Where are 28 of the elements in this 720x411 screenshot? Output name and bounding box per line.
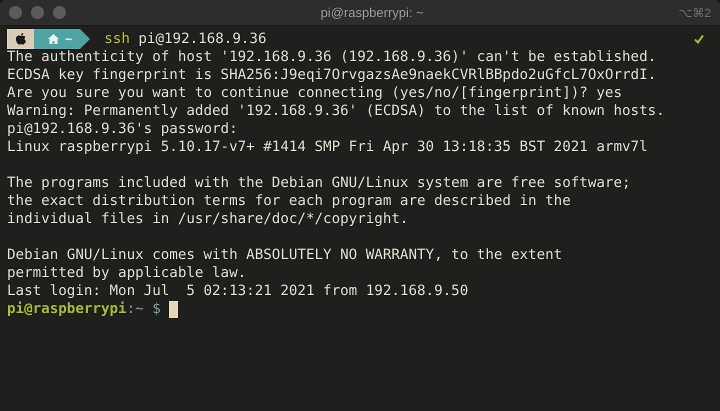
command-name: ssh [104, 30, 130, 48]
home-icon [48, 34, 59, 44]
output-line: The authenticity of host '192.168.9.36 (192.168.9.36)' can't be established. [7, 48, 658, 66]
output-line: Linux raspberrypi 5.10.17-v7+ #1414 SMP Fri Apr 30 13:18:35 BST 2021 armv7l [7, 138, 649, 156]
output-line: The programs included with the Debian GNU/Linux system are free software; [7, 174, 632, 192]
check-icon [694, 34, 704, 44]
output-line: permitted by applicable law. [7, 264, 248, 282]
prompt-path: ~ [135, 300, 144, 318]
output-line: Debian GNU/Linux comes with ABSOLUTELY NO WARRANTY, to the extent [7, 246, 564, 264]
command-argument: pi@192.168.9.36 [138, 30, 266, 48]
output-line: Last login: Mon Jul 5 02:13:21 2021 from 192.168.9.50 [7, 282, 470, 300]
prompt-user-host: pi@raspberrypi [7, 300, 127, 318]
output-line: the exact distribution terms for each program are described in the [7, 192, 572, 210]
prompt-separator: : [126, 300, 136, 318]
apple-icon [16, 33, 26, 45]
close-button[interactable] [9, 6, 22, 19]
minimize-button[interactable] [31, 6, 44, 19]
prompt-path: ~ [65, 31, 72, 48]
output-line: Are you sure you want to continue connecting (yes/no/[fingerprint])? yes [7, 84, 623, 102]
shortcut-label: ⌥⌘2 [678, 4, 711, 22]
prompt-symbol: $ [152, 300, 161, 318]
zoom-button[interactable] [53, 6, 66, 19]
output-line: ECDSA key fingerprint is SHA256:J9eqi7OrvgazsAe9naekCVRlBBpdo2uGfcL7OxOrrdI. [7, 66, 658, 84]
window-title: pi@raspberrypi: ~ [320, 4, 424, 22]
output-line: Warning: Permanently added '192.168.9.36' (ECDSA) to the list of known hosts. [7, 102, 666, 120]
output-line: pi@192.168.9.36's password: [7, 120, 239, 138]
text-cursor [168, 300, 178, 318]
output-line: individual files in /usr/share/doc/*/copyright. [7, 210, 410, 228]
